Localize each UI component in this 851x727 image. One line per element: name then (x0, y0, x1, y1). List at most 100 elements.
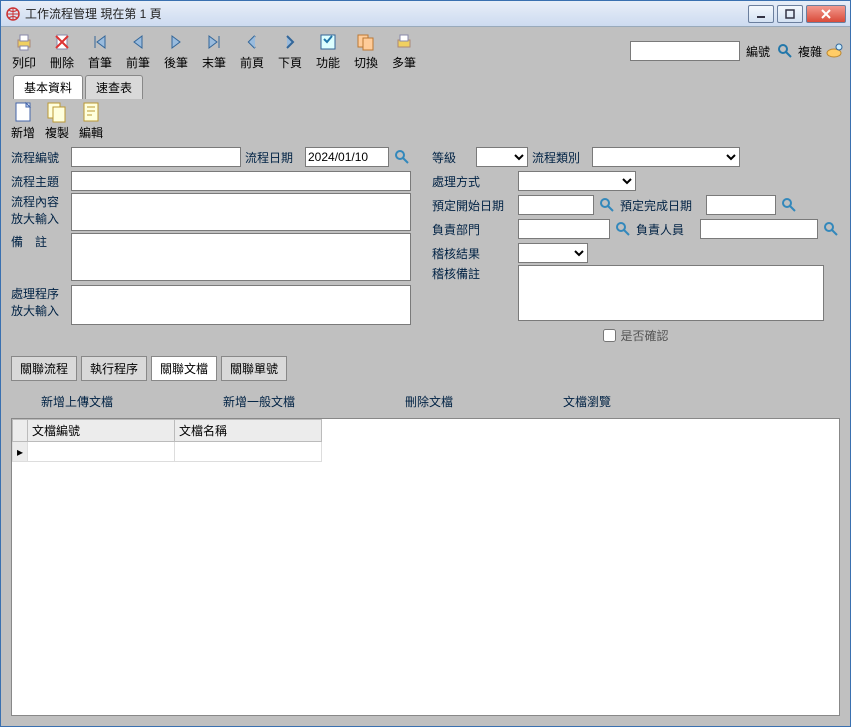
label-planned-start: 預定開始日期 (432, 197, 514, 214)
resp-person-field[interactable] (700, 219, 818, 239)
zoom-input-2-button[interactable]: 放大輸入 (11, 302, 67, 319)
num-label: 編號 (746, 43, 770, 60)
confirm-label: 是否確認 (620, 327, 668, 344)
switch-icon (355, 31, 377, 53)
handle-method-select[interactable] (518, 171, 636, 191)
switch-button[interactable]: 切換 (349, 31, 383, 71)
audit-result-select[interactable] (518, 243, 588, 263)
col-doc-num[interactable]: 文檔編號 (28, 420, 175, 442)
col-doc-name[interactable]: 文檔名稱 (175, 420, 322, 442)
subtab-related-order[interactable]: 關聯單號 (221, 356, 287, 381)
subtab-related-doc[interactable]: 關聯文檔 (151, 356, 217, 381)
next-page-button[interactable]: 下頁 (273, 31, 307, 71)
resp-dept-field[interactable] (518, 219, 610, 239)
document-grid[interactable]: 文檔編號 文檔名稱 ▸ (11, 418, 840, 716)
delete-doc-button[interactable]: 刪除文檔 (405, 393, 453, 410)
general-doc-button[interactable]: 新增一般文檔 (223, 393, 295, 410)
row-marker: ▸ (13, 442, 28, 462)
multi-button[interactable]: 多筆 (387, 31, 421, 71)
last-record-button[interactable]: 末筆 (197, 31, 231, 71)
complex-label[interactable]: 複雜 (798, 43, 822, 60)
edit-button[interactable]: 編輯 (79, 100, 103, 141)
functions-button[interactable]: 功能 (311, 31, 345, 71)
new-doc-icon (12, 100, 34, 124)
date-search-icon[interactable] (393, 148, 411, 166)
label-proc-num: 流程編號 (11, 149, 67, 166)
label-proc-program: 處理程序 (11, 285, 67, 302)
table-row[interactable]: ▸ (13, 442, 322, 462)
functions-icon (317, 31, 339, 53)
delete-icon (51, 31, 73, 53)
close-button[interactable] (806, 5, 846, 23)
upload-doc-button[interactable]: 新增上傳文檔 (41, 393, 113, 410)
multi-icon (393, 31, 415, 53)
copy-icon (46, 100, 68, 124)
titlebar: 工作流程管理 現在第 1 頁 (1, 1, 850, 27)
form-area: 流程編號 流程日期 流程主題 流程內容 放大輸入 (1, 141, 850, 352)
proc-subject-field[interactable] (71, 171, 411, 191)
tab-basic[interactable]: 基本資料 (13, 75, 83, 99)
start-date-search-icon[interactable] (598, 196, 616, 214)
proc-num-field[interactable] (71, 147, 241, 167)
tab-quick[interactable]: 速查表 (85, 75, 143, 99)
next-icon (165, 31, 187, 53)
edit-icon (80, 100, 102, 124)
dept-search-icon[interactable] (614, 220, 632, 238)
first-record-button[interactable]: 首筆 (83, 31, 117, 71)
grid-header-row: 文檔編號 文檔名稱 (13, 420, 322, 442)
label-handle-method: 處理方式 (432, 173, 514, 190)
maximize-button[interactable] (777, 5, 803, 23)
search-icon[interactable] (776, 42, 794, 60)
main-toolbar: 列印 刪除 首筆 前筆 後筆 末筆 前頁 下頁 (1, 27, 850, 75)
last-icon (203, 31, 225, 53)
proc-type-select[interactable] (592, 147, 740, 167)
main-tab-strip: 基本資料 速查表 (1, 75, 850, 99)
prev-page-icon (241, 31, 263, 53)
proc-date-field[interactable] (305, 147, 389, 167)
proc-program-field[interactable] (71, 285, 411, 325)
label-planned-end: 預定完成日期 (620, 197, 702, 214)
label-proc-type: 流程類別 (532, 149, 588, 166)
minimize-button[interactable] (748, 5, 774, 23)
search-input[interactable] (630, 41, 740, 61)
label-audit-remark: 稽核備註 (432, 265, 514, 282)
zoom-input-1-button[interactable]: 放大輸入 (11, 210, 67, 227)
end-date-search-icon[interactable] (780, 196, 798, 214)
level-select[interactable] (476, 147, 528, 167)
label-remark: 備 註 (11, 233, 67, 250)
delete-button[interactable]: 刪除 (45, 31, 79, 71)
browse-doc-button[interactable]: 文檔瀏覽 (563, 393, 611, 410)
confirm-checkbox[interactable] (603, 329, 616, 342)
label-proc-subject: 流程主題 (11, 173, 67, 190)
window-title: 工作流程管理 現在第 1 頁 (25, 5, 748, 22)
complex-icon[interactable] (826, 42, 844, 61)
next-page-icon (279, 31, 301, 53)
inner-toolbar: 新增 複製 編輯 (1, 99, 850, 141)
prev-icon (127, 31, 149, 53)
next-record-button[interactable]: 後筆 (159, 31, 193, 71)
person-search-icon[interactable] (822, 220, 840, 238)
copy-button[interactable]: 複製 (45, 100, 69, 141)
label-audit-result: 稽核結果 (432, 245, 514, 262)
planned-start-field[interactable] (518, 195, 594, 215)
planned-end-field[interactable] (706, 195, 776, 215)
sub-tab-strip: 關聯流程 執行程序 關聯文檔 關聯單號 (1, 352, 850, 381)
printer-icon (13, 31, 35, 53)
subtab-related-proc[interactable]: 關聯流程 (11, 356, 77, 381)
prev-page-button[interactable]: 前頁 (235, 31, 269, 71)
remark-field[interactable] (71, 233, 411, 281)
first-icon (89, 31, 111, 53)
label-proc-date: 流程日期 (245, 149, 301, 166)
sub-actions: 新增上傳文檔 新增一般文檔 刪除文檔 文檔瀏覽 (1, 381, 850, 418)
app-icon (5, 6, 21, 22)
label-resp-dept: 負責部門 (432, 221, 514, 238)
audit-remark-field[interactable] (518, 265, 824, 321)
add-button[interactable]: 新增 (11, 100, 35, 141)
label-proc-content: 流程內容 (11, 193, 67, 210)
proc-content-field[interactable] (71, 193, 411, 231)
print-button[interactable]: 列印 (7, 31, 41, 71)
label-resp-person: 負責人員 (636, 221, 696, 238)
subtab-exec-proc[interactable]: 執行程序 (81, 356, 147, 381)
label-level: 等級 (432, 149, 472, 166)
prev-record-button[interactable]: 前筆 (121, 31, 155, 71)
